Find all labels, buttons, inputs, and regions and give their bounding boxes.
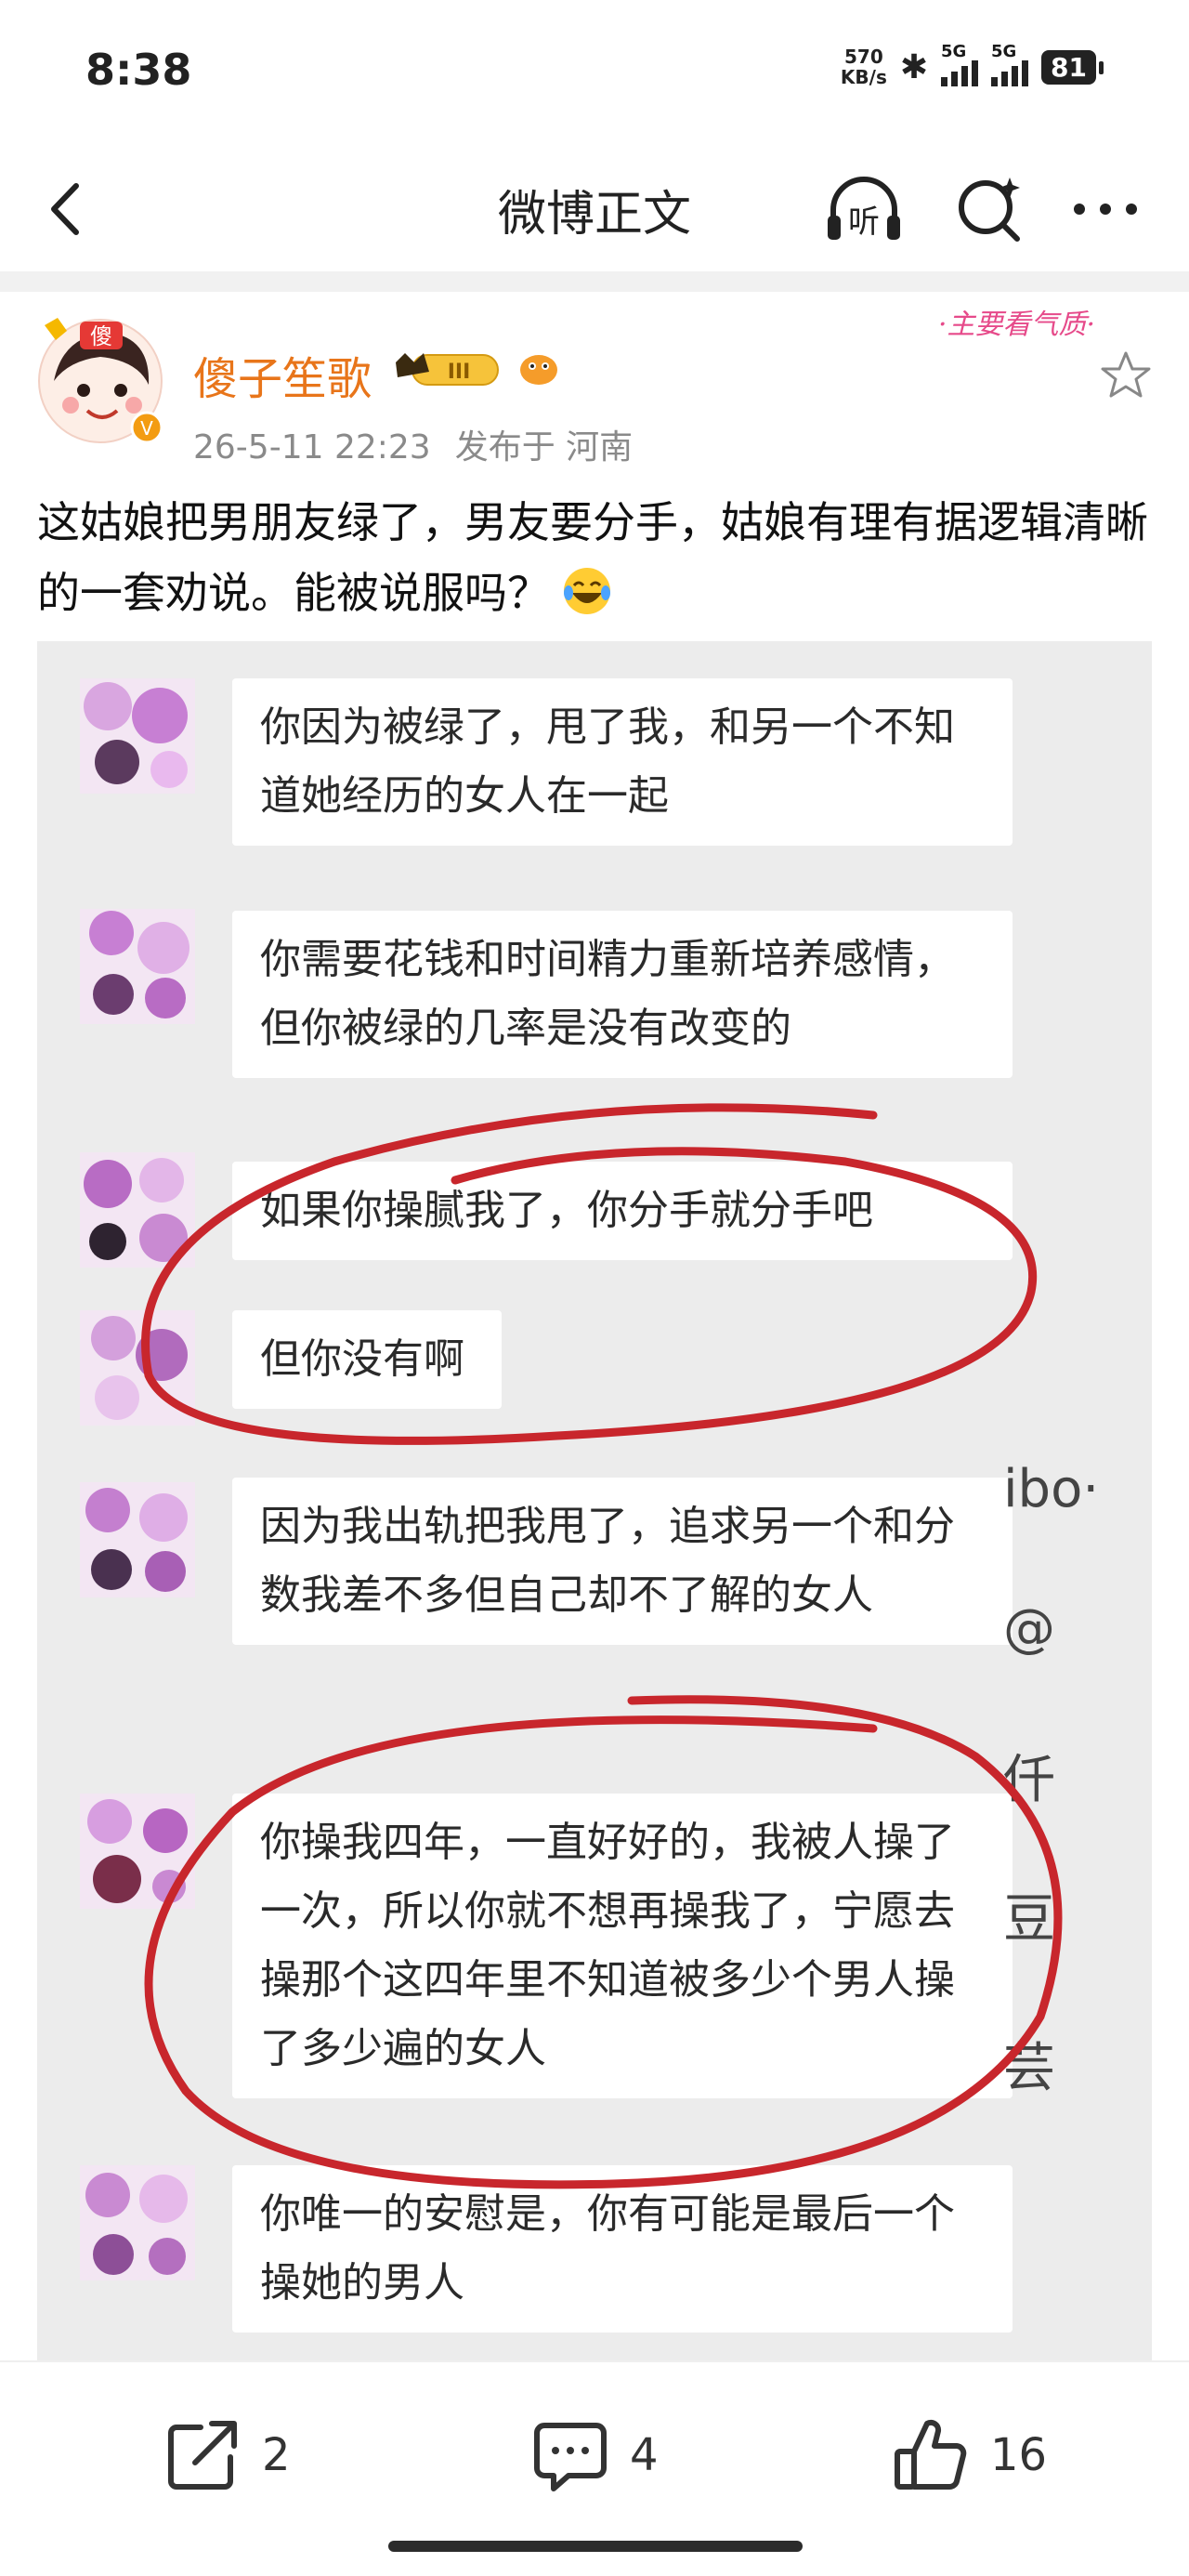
chat-bubble: 你因为被绿了，甩了我，和另一个不知道她经历的女人在一起 <box>232 678 1013 846</box>
post-text: 这姑娘把男朋友绿了，男友要分手，姑娘有理有据逻辑清晰的一套劝说。能被说服吗？ <box>37 487 1161 628</box>
status-icons: 570 KB/s ✱ 5G 5G 81 <box>841 42 1104 87</box>
chat-avatar <box>80 1482 195 1597</box>
repost-count: 2 <box>262 2429 291 2481</box>
network-speed: 570 KB/s <box>841 46 887 87</box>
vip-crown-badge[interactable]: III <box>392 346 503 392</box>
repost-share-icon <box>168 2421 237 2490</box>
chat-bubble: 但你没有啊 <box>232 1310 502 1409</box>
repost-button[interactable]: 2 <box>163 2416 291 2494</box>
bluetooth-icon: ✱ <box>899 47 929 86</box>
watermark-text: 芸 <box>1003 2038 1055 2098</box>
chat-bubble: 因为我出轨把我甩了，追求另一个和分数我差不多但自己却不了解的女人 <box>232 1478 1013 1645</box>
chat-bubble: 你唯一的安慰是，你有可能是最后一个操她的男人 <box>232 2165 1013 2333</box>
net-speed-value: 570 <box>844 46 883 68</box>
fish-emoji-icon <box>520 355 557 385</box>
badge-level: III <box>448 361 471 384</box>
status-time: 8:38 <box>85 45 192 95</box>
nav-bar: 微博正文 听 <box>0 149 1189 269</box>
sim2-label: 5G <box>991 42 1017 61</box>
chat-bubble: 你操我四年，一直好好的，我被人操了一次，所以你就不想再操我了，宁愿去操那个这四年… <box>232 1794 1013 2098</box>
chat-avatar <box>80 909 195 1024</box>
chat-avatar <box>80 1794 195 1909</box>
comment-bubble-icon <box>534 2423 607 2491</box>
more-options-icon[interactable] <box>1068 172 1143 246</box>
chat-avatar <box>80 1152 195 1268</box>
search-icon[interactable] <box>952 172 1026 246</box>
favorite-star-icon[interactable] <box>1098 348 1154 403</box>
net-speed-unit: KB/s <box>840 66 887 88</box>
headphones-listen-icon[interactable]: 听 <box>822 169 906 253</box>
chat-bubble: 你需要花钱和时间精力重新培养感情，但你被绿的几率是没有改变的 <box>232 911 1013 1078</box>
action-bar: 2 4 16 <box>0 2360 1189 2539</box>
svg-text:V: V <box>140 417 153 440</box>
signal-2-icon: 5G <box>991 42 1029 86</box>
avatar-tag: 傻 <box>90 323 112 349</box>
laughing-tears-emoji-icon <box>564 568 610 614</box>
chat-bubble: 如果你操腻我了，你分手就分手吧 <box>232 1162 1013 1260</box>
comment-count: 4 <box>630 2429 659 2481</box>
post-meta: 26-5-11 22:23 发布于 河南 <box>193 420 633 468</box>
author-avatar[interactable]: 傻 V <box>35 316 165 446</box>
battery-icon: 81 <box>1041 49 1104 85</box>
decor-sticker: ·主要看气质· <box>938 309 1096 341</box>
watermark-text: @ <box>1003 1598 1055 1659</box>
comment-button[interactable]: 4 <box>531 2416 659 2494</box>
post-source: 发布于 河南 <box>454 428 634 467</box>
chat-avatar <box>80 1310 195 1426</box>
listen-label: 听 <box>848 204 880 241</box>
sim1-label: 5G <box>941 42 967 61</box>
post-image[interactable]: 你因为被绿了，甩了我，和另一个不知道她经历的女人在一起 你需要花钱和时间精力重新… <box>37 641 1152 2360</box>
post-date: 26-5-11 22:23 <box>193 428 431 467</box>
like-count: 16 <box>990 2429 1048 2481</box>
chat-avatar <box>80 2165 195 2280</box>
chat-avatar <box>80 678 195 794</box>
watermark-text: 仟 <box>1003 1750 1055 1810</box>
section-divider <box>0 271 1189 292</box>
watermark-text: 豆 <box>1003 1889 1055 1950</box>
home-indicator[interactable] <box>388 2541 803 2552</box>
status-bar: 8:38 570 KB/s ✱ 5G 5G 81 <box>0 0 1189 149</box>
like-button[interactable]: 16 <box>892 2416 1047 2494</box>
author-name[interactable]: 傻子笙歌 <box>193 342 372 407</box>
watermark-text: ibo· <box>1003 1459 1100 1519</box>
thumbs-up-icon <box>895 2419 967 2490</box>
signal-1-icon: 5G <box>941 42 979 86</box>
